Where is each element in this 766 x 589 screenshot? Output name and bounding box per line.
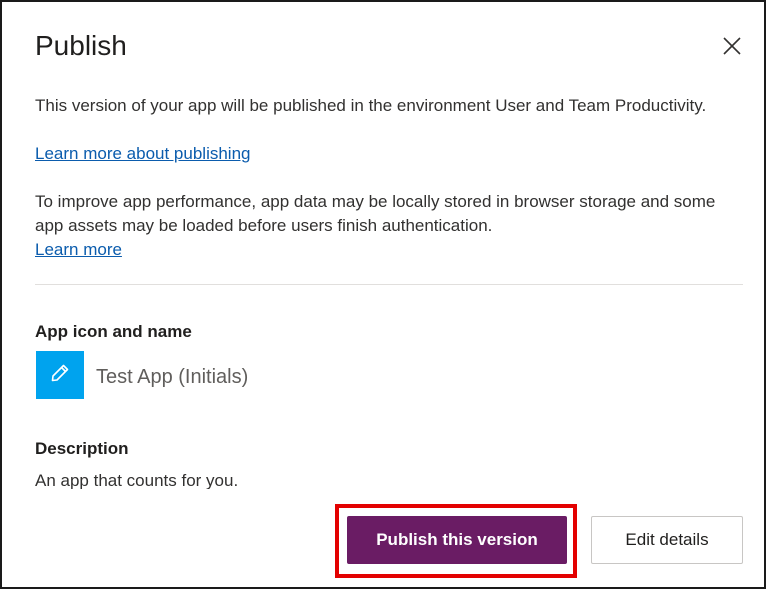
app-description: An app that counts for you.	[35, 471, 239, 489]
close-icon	[721, 35, 743, 62]
dialog-title: Publish	[35, 30, 127, 61]
pencil-icon	[48, 361, 72, 390]
app-icon-and-name-label: App icon and name	[35, 322, 192, 341]
section-divider	[35, 284, 743, 285]
edit-details-button[interactable]: Edit details	[591, 516, 743, 564]
app-icon	[36, 351, 84, 399]
performance-info-text: To improve app performance, app data may…	[35, 192, 716, 235]
close-button[interactable]	[714, 30, 750, 66]
learn-more-publishing-link[interactable]: Learn more about publishing	[35, 144, 250, 163]
description-label: Description	[35, 439, 129, 458]
publish-this-version-button[interactable]: Publish this version	[347, 516, 567, 564]
learn-more-link[interactable]: Learn more	[35, 240, 122, 259]
app-name: Test App (Initials)	[96, 366, 249, 388]
publish-dialog: Publish This version of your app will be…	[0, 0, 766, 589]
environment-info-text: This version of your app will be publish…	[35, 96, 707, 115]
